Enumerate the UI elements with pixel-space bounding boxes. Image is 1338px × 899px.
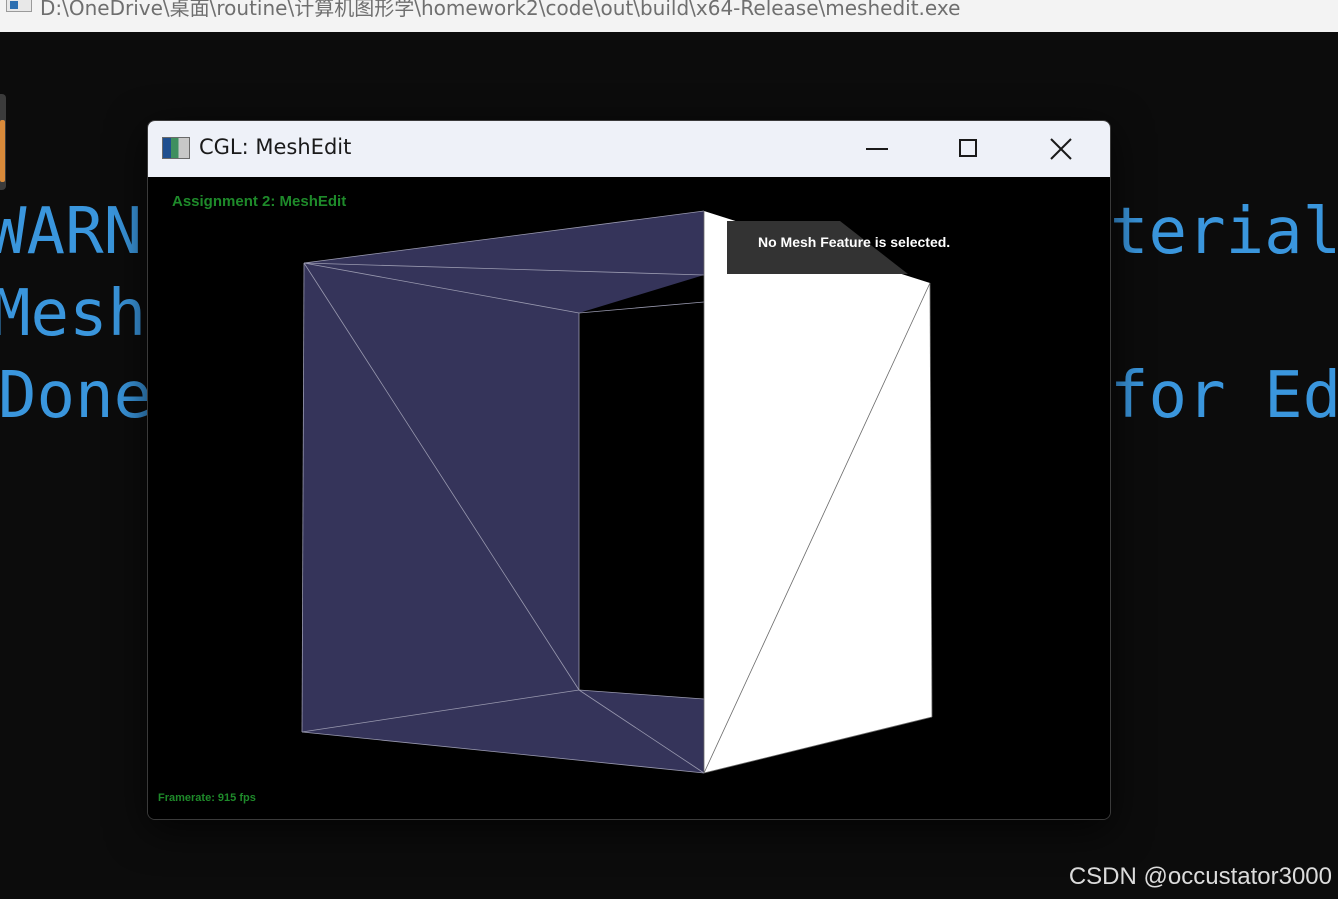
opengl-viewport[interactable]: Assignment 2: MeshEdit No Mesh Feature i… [148,177,1110,819]
close-icon [1050,138,1072,160]
mesh-face-lit[interactable] [704,211,932,773]
framerate-readout: Framerate: 915 fps [158,792,256,804]
close-button[interactable] [1038,129,1084,169]
window-title: CGL: MeshEdit [199,135,352,159]
console-app-icon [6,0,32,12]
console-titlebar[interactable]: D:\OneDrive\桌面\routine\计算机图形学\homework2\… [0,0,1338,32]
console-line-3-right: for Edi [1110,359,1338,433]
console-line-3-left: Done [0,359,153,433]
meshedit-window[interactable]: CGL: MeshEdit Assignment 2: MeshEdit No … [147,120,1111,820]
maximize-button[interactable] [945,129,991,169]
app-icon [162,137,190,159]
desktop: D:\OneDrive\桌面\routine\计算机图形学\homework2\… [0,0,1338,899]
console-line-1-right: terial: [1110,195,1338,269]
meshedit-titlebar[interactable]: CGL: MeshEdit [148,121,1110,177]
side-window-tab[interactable] [0,94,6,190]
mesh-face-left[interactable] [302,263,579,732]
console-window-title: D:\OneDrive\桌面\routine\计算机图形学\homework2\… [40,0,961,20]
assignment-title: Assignment 2: MeshEdit [172,193,347,210]
watermark: CSDN @occustator3000 [1068,863,1332,890]
minimize-button[interactable] [854,129,900,169]
selection-status: No Mesh Feature is selected. [758,234,951,250]
mesh-render[interactable] [148,177,1110,819]
